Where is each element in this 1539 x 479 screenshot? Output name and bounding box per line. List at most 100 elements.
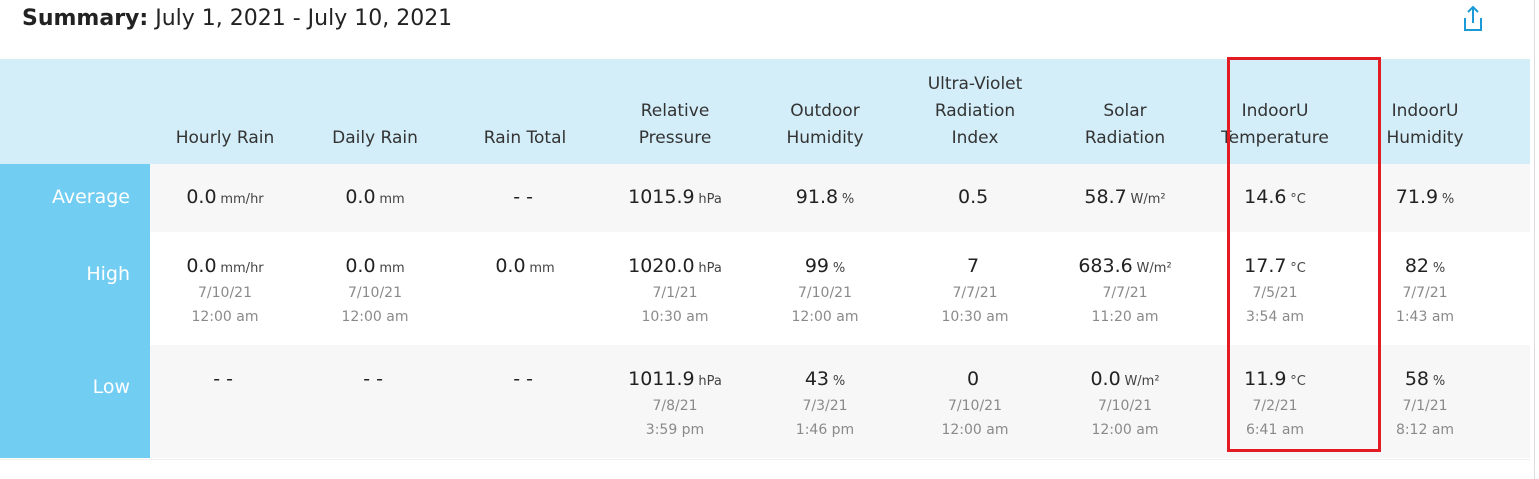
date-range: July 1, 2021 - July 10, 2021 xyxy=(155,6,453,31)
value-text: 0 xyxy=(967,368,980,390)
cell-value: 43 % xyxy=(750,367,900,394)
table-cell-average: 71.9 % xyxy=(1350,185,1500,212)
cell-value: 82 % xyxy=(1350,254,1500,281)
value-unit: mm/hr xyxy=(220,192,264,207)
share-icon[interactable] xyxy=(1460,4,1486,34)
value-text: 1015.9 xyxy=(628,186,695,208)
cell-value: 7 xyxy=(900,254,1050,281)
record-time: 8:12 am xyxy=(1395,422,1455,438)
cell-value: 11.9 °C xyxy=(1200,367,1350,394)
table-cell-average: 0.5 xyxy=(900,185,1050,212)
value-text: 58 xyxy=(1404,368,1430,390)
record-date: 7/8/21 xyxy=(652,398,698,414)
table-cell-high: 683.6 W/m² 7/7/21 11:20 am xyxy=(1050,254,1200,329)
table-cell-low: 1011.9 hPa 7/8/21 3:59 pm xyxy=(600,367,750,442)
record-time: 11:20 am xyxy=(1091,309,1159,325)
table-cell-average: 91.8 % xyxy=(750,185,900,212)
record-time: 12:00 am xyxy=(191,309,259,325)
cell-value: 0.0 mm xyxy=(300,254,450,281)
cell-value: 14.6 °C xyxy=(1200,185,1350,212)
cell-value: 1011.9 hPa xyxy=(600,367,750,394)
cell-value: 1020.0 hPa xyxy=(600,254,750,281)
table-cell-average: 0.0 mm/hr xyxy=(150,185,300,212)
record-date: 7/10/21 xyxy=(348,285,402,301)
record-date: 7/2/21 xyxy=(1252,398,1298,414)
table-cell-high: 1020.0 hPa 7/1/21 10:30 am xyxy=(600,254,750,329)
cell-value: 0.0 mm xyxy=(300,185,450,212)
value-unit: hPa xyxy=(698,261,722,276)
column-header-label: Solar Radiation xyxy=(1084,101,1166,148)
column-header: IndoorU Humidity xyxy=(1350,59,1500,152)
record-date: 7/7/21 xyxy=(952,285,998,301)
value-text: 58.7 xyxy=(1084,186,1127,208)
cell-value: 99 % xyxy=(750,254,900,281)
table-cell-low: 0 7/10/21 12:00 am xyxy=(900,367,1050,442)
value-unit: % xyxy=(1441,192,1455,207)
table-cell-low: - - xyxy=(450,367,600,394)
record-date: 7/7/21 xyxy=(1402,285,1448,301)
record-time: 1:46 pm xyxy=(795,422,855,438)
value-text: 683.6 xyxy=(1078,255,1133,277)
cell-value: 71.9 % xyxy=(1350,185,1500,212)
record-time: 6:41 am xyxy=(1245,422,1305,438)
value-unit: % xyxy=(832,374,846,389)
record-date: 7/7/21 xyxy=(1102,285,1148,301)
value-unit: % xyxy=(832,261,846,276)
value-text: - - xyxy=(213,368,233,390)
value-unit: % xyxy=(1432,261,1446,276)
column-header: Rain Total xyxy=(450,59,600,152)
column-header: Daily Rain xyxy=(300,59,450,152)
table-cell-low: - - xyxy=(300,367,450,394)
record-date: 7/3/21 xyxy=(802,398,848,414)
record-time: 10:30 am xyxy=(641,309,709,325)
table-cell-average: 14.6 °C xyxy=(1200,185,1350,212)
table-cell-high: 0.0 mm xyxy=(450,254,600,281)
table-cell-low: 58 % 7/1/21 8:12 am xyxy=(1350,367,1500,442)
cell-value: 58.7 W/m² xyxy=(1050,185,1200,212)
cell-value: 0 xyxy=(900,367,1050,394)
summary-label: Summary: xyxy=(22,6,149,31)
column-header-label: Hourly Rain xyxy=(175,128,275,148)
column-header-label: Rain Total xyxy=(483,128,567,148)
record-date: 7/5/21 xyxy=(1252,285,1298,301)
value-text: 17.7 xyxy=(1244,255,1287,277)
value-text: 0.0 xyxy=(345,186,376,208)
column-header: Outdoor Humidity xyxy=(750,59,900,152)
row-label-low: Low xyxy=(92,376,130,398)
value-unit: °C xyxy=(1290,261,1306,276)
row-label-column: Average High Low xyxy=(0,164,150,458)
table-cell-high: 82 % 7/7/21 1:43 am xyxy=(1350,254,1500,329)
column-header: IndoorU Temperature xyxy=(1200,59,1350,152)
value-text: 14.6 xyxy=(1244,186,1287,208)
value-unit: W/m² xyxy=(1136,261,1172,276)
cell-value: 0.0 W/m² xyxy=(1050,367,1200,394)
record-date: 7/10/21 xyxy=(948,398,1002,414)
table-cell-low: 0.0 W/m² 7/10/21 12:00 am xyxy=(1050,367,1200,442)
record-date: 7/10/21 xyxy=(198,285,252,301)
value-unit: hPa xyxy=(698,192,722,207)
value-text: 71.9 xyxy=(1395,186,1439,208)
record-date: 7/10/21 xyxy=(1098,398,1152,414)
cell-value: 0.5 xyxy=(900,185,1050,212)
summary-header: Summary: July 1, 2021 - July 10, 2021 xyxy=(0,0,1539,58)
value-unit: W/m² xyxy=(1130,192,1166,207)
value-text: - - xyxy=(513,186,533,208)
table-bottom-border xyxy=(0,459,1530,460)
value-unit: mm xyxy=(529,261,555,276)
column-header-label: IndoorU Humidity xyxy=(1386,101,1464,148)
record-time: 12:00 am xyxy=(1091,422,1159,438)
record-time: 12:00 am xyxy=(791,309,859,325)
value-text: 0.0 xyxy=(186,255,217,277)
cell-value: - - xyxy=(450,185,600,212)
column-header-label: Daily Rain xyxy=(332,128,418,148)
row-label-average: Average xyxy=(51,186,130,208)
table-cell-average: 58.7 W/m² xyxy=(1050,185,1200,212)
value-text: 82 xyxy=(1404,255,1430,277)
table-cell-high: 17.7 °C 7/5/21 3:54 am xyxy=(1200,254,1350,329)
record-date: 7/10/21 xyxy=(798,285,852,301)
record-time: 12:00 am xyxy=(941,422,1009,438)
cell-value: 58 % xyxy=(1350,367,1500,394)
column-header: Hourly Rain xyxy=(150,59,300,152)
cell-value: 0.0 mm/hr xyxy=(150,254,300,281)
column-header: Solar Radiation xyxy=(1050,59,1200,152)
